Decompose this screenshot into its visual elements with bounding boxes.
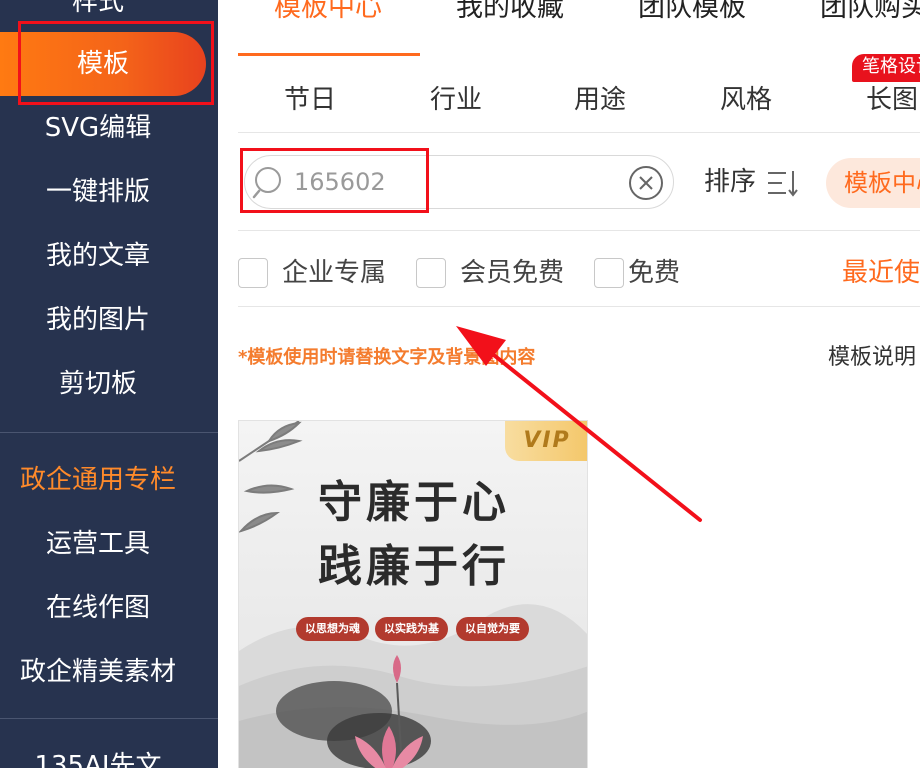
divider	[238, 306, 920, 307]
tab-team-templates[interactable]: 团队模板	[638, 0, 746, 28]
poster-tag: 以思想为魂	[296, 617, 369, 641]
tab-team-purchase[interactable]: 团队购买	[820, 0, 920, 28]
recent-used-link[interactable]: 最近使用	[842, 253, 920, 293]
divider	[238, 230, 920, 231]
checkbox-member-free[interactable]	[416, 258, 446, 288]
poster-tag: 以自觉为要	[456, 617, 529, 641]
sidebar-item-my-articles[interactable]: 我的文章	[0, 236, 196, 276]
sidebar-divider	[0, 718, 218, 719]
sidebar: 样式 模板 SVG编辑 一键排版 我的文章 我的图片 剪切板 政企通用专栏 运营…	[0, 0, 218, 768]
source-filter-pill[interactable]: 模板中心	[826, 158, 920, 208]
category-festival[interactable]: 节日	[284, 80, 336, 120]
tab-template-center[interactable]: 模板中心	[274, 0, 382, 28]
sidebar-item-ai-writing[interactable]: 135AI先文	[0, 746, 196, 768]
template-card[interactable]: VIP 守廉于心 践廉于行 以思想为魂 以实践为基 以自觉为要	[238, 420, 588, 768]
sidebar-item-online-design[interactable]: 在线作图	[0, 588, 196, 628]
sidebar-item-ops-tools[interactable]: 运营工具	[0, 524, 196, 564]
checkbox-free[interactable]	[594, 258, 624, 288]
tab-my-favorites[interactable]: 我的收藏	[456, 0, 564, 28]
sidebar-divider	[0, 432, 218, 433]
category-industry[interactable]: 行业	[430, 80, 482, 120]
sidebar-item-style[interactable]: 样式	[0, 0, 196, 22]
sidebar-item-one-click-layout[interactable]: 一键排版	[0, 172, 196, 212]
sort-icon[interactable]	[766, 168, 800, 198]
category-long-image[interactable]: 长图	[866, 80, 918, 120]
category-style[interactable]: 风格	[720, 80, 772, 120]
sidebar-item-svg-editor[interactable]: SVG编辑	[0, 108, 196, 148]
sort-label[interactable]: 排序	[704, 162, 756, 202]
template-description-link[interactable]: 模板说明	[828, 342, 916, 374]
sidebar-item-my-images[interactable]: 我的图片	[0, 300, 196, 340]
poster-title-line1: 守廉于心	[318, 477, 510, 528]
category-purpose[interactable]: 用途	[574, 80, 626, 120]
sidebar-item-clipboard[interactable]: 剪切板	[0, 364, 196, 404]
active-tab-indicator	[238, 53, 420, 56]
clear-icon[interactable]	[627, 164, 665, 202]
checkbox-enterprise[interactable]	[238, 258, 268, 288]
notice-text: *模板使用时请替换文字及背景图内容	[238, 347, 536, 368]
filter-member-free-label[interactable]: 会员免费	[460, 253, 564, 293]
filter-free-label[interactable]: 免费	[628, 253, 680, 293]
poster-tag: 以实践为基	[375, 617, 448, 641]
sidebar-item-gov-materials[interactable]: 政企精美素材	[0, 652, 196, 692]
filter-enterprise-label[interactable]: 企业专属	[282, 253, 386, 293]
vip-badge: VIP	[505, 421, 587, 461]
highlight-box-search	[240, 148, 429, 213]
highlight-box-templates	[18, 21, 214, 105]
divider	[238, 132, 920, 133]
sidebar-section-gov-column[interactable]: 政企通用专栏	[0, 460, 196, 500]
badge-brush-design: 笔格设计	[852, 54, 920, 82]
poster-title-line2: 践廉于行	[318, 541, 510, 592]
